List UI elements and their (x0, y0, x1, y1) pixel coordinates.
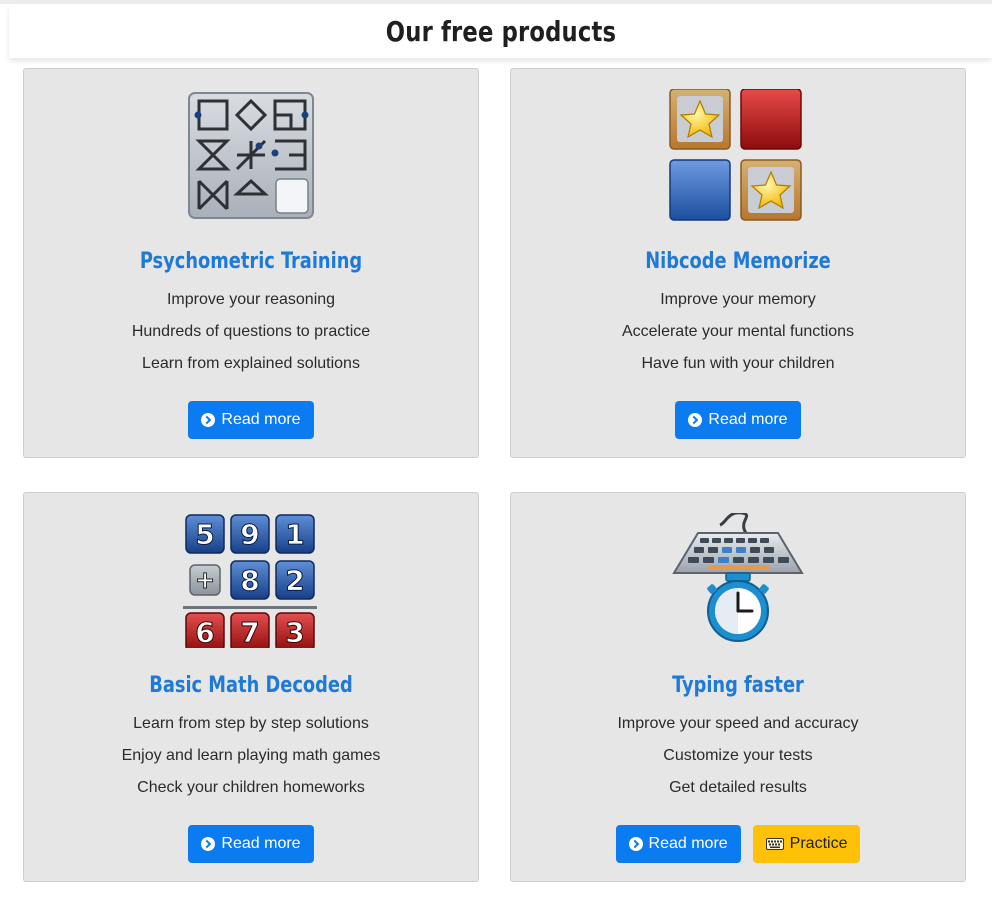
product-title: Typing faster (672, 673, 804, 698)
plus-sign: + (195, 566, 215, 594)
feature-line: Customize your tests (663, 747, 813, 764)
read-more-button[interactable]: Read more (188, 401, 314, 439)
product-card-typing: Typing faster Improve your speed and acc… (510, 492, 966, 882)
digit: 3 (285, 616, 304, 648)
feature-line: Improve your reasoning (166, 291, 336, 308)
memory-cards-image (669, 89, 802, 221)
digit: 5 (195, 518, 214, 551)
feature-line: Get detailed results (669, 779, 807, 796)
read-more-button[interactable]: Read more (615, 825, 741, 863)
product-features: Improve your memory Accelerate your ment… (511, 289, 965, 385)
product-title: Basic Math Decoded (149, 673, 353, 698)
feature-line: Have fun with your children (641, 355, 835, 372)
product-card-psychometric: Psychometric Training Improve your reaso… (23, 68, 479, 458)
feature-line: Accelerate your mental functions (621, 323, 855, 340)
digit: 1 (285, 518, 304, 551)
math-digits-image: 5 9 1 + 8 2 6 7 3 (183, 514, 317, 648)
product-features: Improve your reasoning Hundreds of quest… (24, 289, 478, 385)
digit: 6 (195, 616, 214, 648)
feature-line: Learn from explained solutions (142, 355, 360, 372)
page-header: Our free products (9, 4, 992, 58)
digit: 7 (240, 616, 259, 648)
feature-line: Check your children homeworks (137, 779, 365, 796)
digit: 2 (285, 564, 304, 597)
feature-line: Enjoy and learn playing math games (121, 747, 381, 764)
digit: 9 (240, 518, 259, 551)
feature-line: Improve your memory (660, 291, 816, 308)
product-card-math: 5 9 1 + 8 2 6 7 3 Basic Math Decoded Lea… (23, 492, 479, 882)
product-features: Improve your speed and accuracy Customiz… (511, 713, 965, 809)
read-more-button[interactable]: Read more (675, 401, 801, 439)
chevron-circle-right-icon (628, 837, 643, 851)
read-more-label: Read more (221, 411, 301, 428)
chevron-circle-right-icon (201, 413, 216, 427)
practice-button[interactable]: Practice (752, 825, 861, 863)
keyboard-icon (765, 838, 784, 850)
page-title: Our free products (385, 14, 616, 48)
read-more-label: Read more (708, 411, 788, 428)
chevron-circle-right-icon (688, 413, 703, 427)
read-more-label: Read more (648, 835, 728, 852)
chevron-circle-right-icon (201, 837, 216, 851)
practice-label: Practice (789, 835, 848, 852)
product-features: Learn from step by step solutions Enjoy … (24, 713, 478, 809)
keyboard-stopwatch-image (672, 513, 804, 642)
feature-line: Improve your speed and accuracy (617, 715, 859, 732)
product-title: Psychometric Training (139, 249, 363, 274)
psychometric-puzzle-image (188, 92, 314, 219)
product-card-memorize: Nibcode Memorize Improve your memory Acc… (510, 68, 966, 458)
read-more-label: Read more (221, 835, 301, 852)
feature-line: Learn from step by step solutions (133, 715, 369, 732)
read-more-button[interactable]: Read more (188, 825, 314, 863)
feature-line: Hundreds of questions to practice (131, 323, 371, 340)
product-title: Nibcode Memorize (645, 249, 831, 274)
digit: 8 (240, 564, 259, 597)
